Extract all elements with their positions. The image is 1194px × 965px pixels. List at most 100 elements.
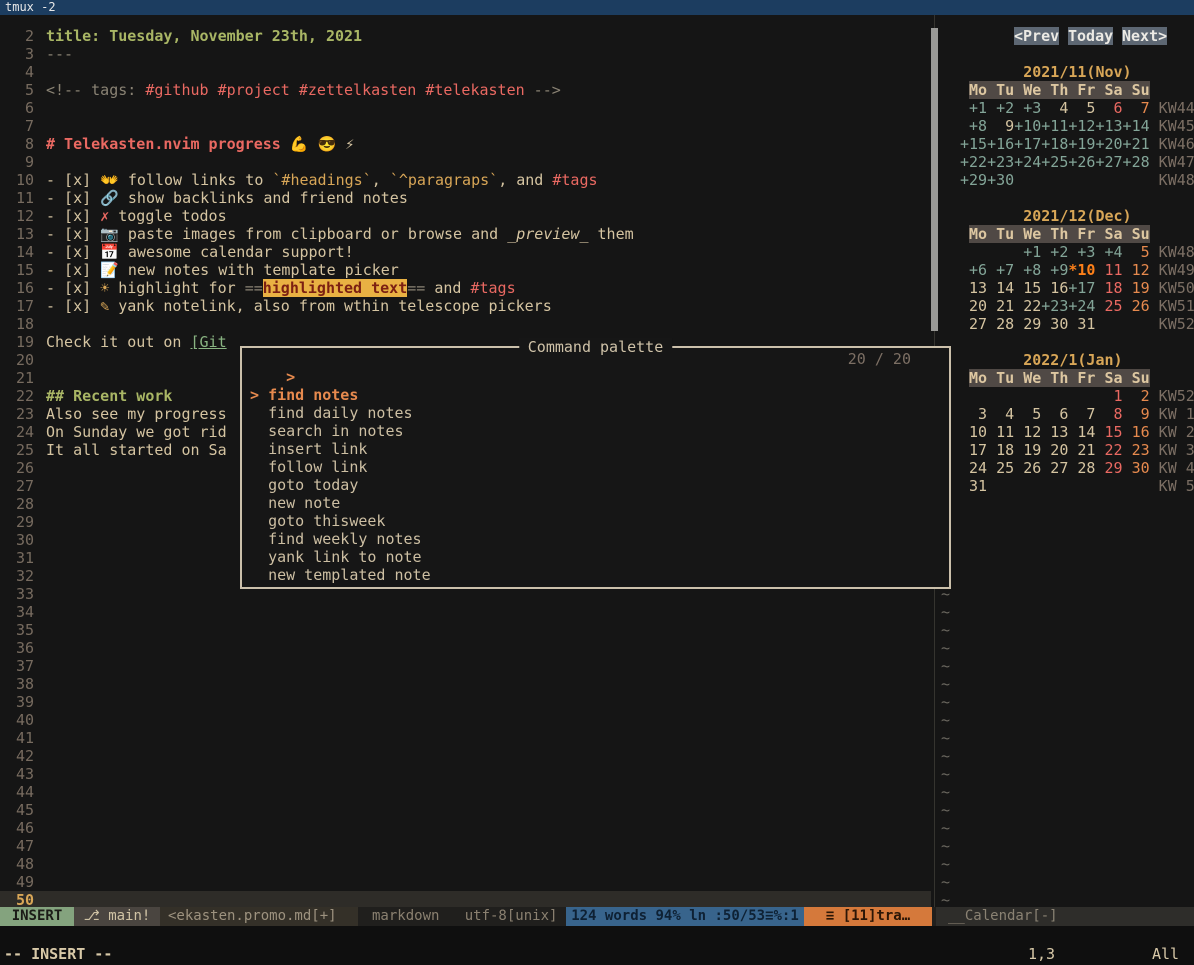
calendar-day[interactable]: *10 <box>1068 261 1095 279</box>
editor-line[interactable]: 3--- <box>0 45 73 63</box>
scrollbar-thumb[interactable] <box>931 28 938 331</box>
editor-line[interactable]: 27 <box>0 477 46 495</box>
calendar-day[interactable]: 16 <box>1123 423 1150 441</box>
editor-line[interactable]: 23Also see my progress <box>0 405 227 423</box>
editor-line[interactable]: 20 <box>0 351 46 369</box>
editor-line[interactable]: 13- [x] 📷 paste images from clipboard or… <box>0 225 634 243</box>
calendar-day[interactable]: 27 28 29 30 31 <box>960 315 1095 333</box>
editor-line[interactable]: 48 <box>0 855 46 873</box>
calendar-day[interactable]: +10+11+12+13+14 <box>1014 117 1149 135</box>
editor-line[interactable]: 19Check it out on [Git <box>0 333 227 351</box>
editor-line[interactable]: 11- [x] 🔗 show backlinks and friend note… <box>0 189 408 207</box>
editor-line[interactable]: 32 <box>0 567 46 585</box>
editor-line[interactable]: 10- [x] 👐 follow links to `#headings`, `… <box>0 171 598 189</box>
editor-line[interactable]: 36 <box>0 639 46 657</box>
editor-line[interactable]: 42 <box>0 747 46 765</box>
palette-item[interactable]: find daily notes <box>250 404 941 422</box>
command-line[interactable]: :lua require('telekasten').panel() <box>0 926 1194 944</box>
editor-line[interactable]: 12- [x] ✗ toggle todos <box>0 207 227 225</box>
calendar-day[interactable]: +22+23+24+25+26+27+28 <box>960 153 1150 171</box>
calendar-day[interactable]: 25 <box>1095 297 1122 315</box>
calendar-today-button[interactable]: Today <box>1068 27 1113 45</box>
editor-line[interactable]: 31 <box>0 549 46 567</box>
calendar-day[interactable]: 30 <box>1123 459 1150 477</box>
editor-line[interactable]: 8# Telekasten.nvim progress 💪 😎 ⚡ <box>0 135 354 153</box>
calendar-day[interactable]: 29 <box>1095 459 1122 477</box>
palette-item[interactable]: goto today <box>250 476 941 494</box>
palette-item[interactable]: > find notes <box>250 386 941 404</box>
calendar-day[interactable]: 2 <box>1123 387 1150 405</box>
editor-line[interactable]: 45 <box>0 801 46 819</box>
palette-item[interactable]: find weekly notes <box>250 530 941 548</box>
editor-line[interactable]: 25It all started on Sa <box>0 441 227 459</box>
calendar-day[interactable]: 7 <box>1123 99 1150 117</box>
editor-line[interactable]: 46 <box>0 819 46 837</box>
editor-line[interactable]: 40 <box>0 711 46 729</box>
editor-line[interactable]: 44 <box>0 783 46 801</box>
editor-line[interactable]: 2title: Tuesday, November 23th, 2021 <box>0 27 362 45</box>
calendar-day[interactable]: 1 <box>1095 387 1122 405</box>
editor-line[interactable]: 14- [x] 📅 awesome calendar support! <box>0 243 354 261</box>
calendar-day[interactable]: +17 <box>1068 279 1095 297</box>
editor-line[interactable]: 49 <box>0 873 46 891</box>
calendar-day[interactable]: +1 +2 +3 <box>960 99 1041 117</box>
calendar-day[interactable]: +29+30 <box>960 171 1014 189</box>
calendar-day[interactable]: 4 5 <box>1041 99 1095 117</box>
calendar-prev-button[interactable]: <Prev <box>1014 27 1059 45</box>
palette-prompt-input[interactable]: > 20 / 20 <box>250 350 941 368</box>
calendar-day[interactable]: +8 <box>960 117 987 135</box>
editor-line[interactable]: 37 <box>0 657 46 675</box>
calendar-day[interactable]: +6 +7 +8 +9 <box>960 261 1068 279</box>
editor-line[interactable]: 39 <box>0 693 46 711</box>
editor-line[interactable]: 16- [x] ☀ highlight for ==highlighted te… <box>0 279 516 297</box>
calendar-day[interactable]: 22 <box>1095 441 1122 459</box>
calendar-day[interactable]: 3 4 5 6 7 <box>960 405 1095 423</box>
editor-line[interactable]: 7 <box>0 117 46 135</box>
editor-line[interactable]: 21 <box>0 369 46 387</box>
editor-line[interactable]: 17- [x] ✎ yank notelink, also from wthin… <box>0 297 552 315</box>
palette-item[interactable]: yank link to note <box>250 548 941 566</box>
calendar-next-button[interactable]: Next> <box>1122 27 1167 45</box>
calendar-day[interactable]: +15+16+17+18+19+20+21 <box>960 135 1150 153</box>
palette-item[interactable]: new templated note <box>250 566 941 584</box>
calendar-day[interactable]: 19 <box>1123 279 1150 297</box>
editor-line[interactable]: 41 <box>0 729 46 747</box>
editor-line[interactable]: 22## Recent work <box>0 387 172 405</box>
editor-line[interactable]: 24On Sunday we got rid <box>0 423 227 441</box>
calendar-day[interactable]: 8 <box>1095 405 1122 423</box>
calendar-day[interactable]: 20 21 22 <box>960 297 1041 315</box>
calendar-day[interactable]: 9 <box>987 117 1014 135</box>
editor-line[interactable]: 6 <box>0 99 46 117</box>
editor-line[interactable]: 18 <box>0 315 46 333</box>
editor-line[interactable]: 29 <box>0 513 46 531</box>
editor-line[interactable]: 26 <box>0 459 46 477</box>
editor-line[interactable]: 15- [x] 📝 new notes with template picker <box>0 261 399 279</box>
calendar-day[interactable]: 18 <box>1095 279 1122 297</box>
palette-item[interactable]: goto thisweek <box>250 512 941 530</box>
editor-line[interactable]: 35 <box>0 621 46 639</box>
palette-item[interactable]: search in notes <box>250 422 941 440</box>
calendar-day[interactable]: 17 18 19 20 21 <box>960 441 1095 459</box>
palette-item[interactable]: insert link <box>250 440 941 458</box>
calendar-day[interactable]: 23 <box>1123 441 1150 459</box>
calendar-day[interactable]: 31 <box>960 477 987 495</box>
calendar-day[interactable]: 6 <box>1095 99 1122 117</box>
editor-line[interactable]: 5<!-- tags: #github #project #zettelkast… <box>0 81 561 99</box>
calendar-day[interactable]: 12 <box>1123 261 1150 279</box>
calendar-day[interactable]: 9 <box>1123 405 1150 423</box>
editor-line[interactable]: 28 <box>0 495 46 513</box>
editor-line[interactable]: 47 <box>0 837 46 855</box>
calendar-day[interactable]: +23+24 <box>1041 297 1095 315</box>
editor-line[interactable]: 38 <box>0 675 46 693</box>
calendar-day[interactable]: 15 <box>1095 423 1122 441</box>
calendar-day[interactable]: +1 +2 +3 +4 <box>1014 243 1122 261</box>
editor-line[interactable]: 30 <box>0 531 46 549</box>
editor-line[interactable]: 4 <box>0 63 46 81</box>
palette-item[interactable]: follow link <box>250 458 941 476</box>
calendar-day[interactable]: 24 25 26 27 28 <box>960 459 1095 477</box>
editor-line[interactable]: 34 <box>0 603 46 621</box>
calendar-day[interactable]: 11 <box>1095 261 1122 279</box>
calendar-day[interactable]: 10 11 12 13 14 <box>960 423 1095 441</box>
editor-line[interactable]: 9 <box>0 153 46 171</box>
editor-line[interactable]: 43 <box>0 765 46 783</box>
